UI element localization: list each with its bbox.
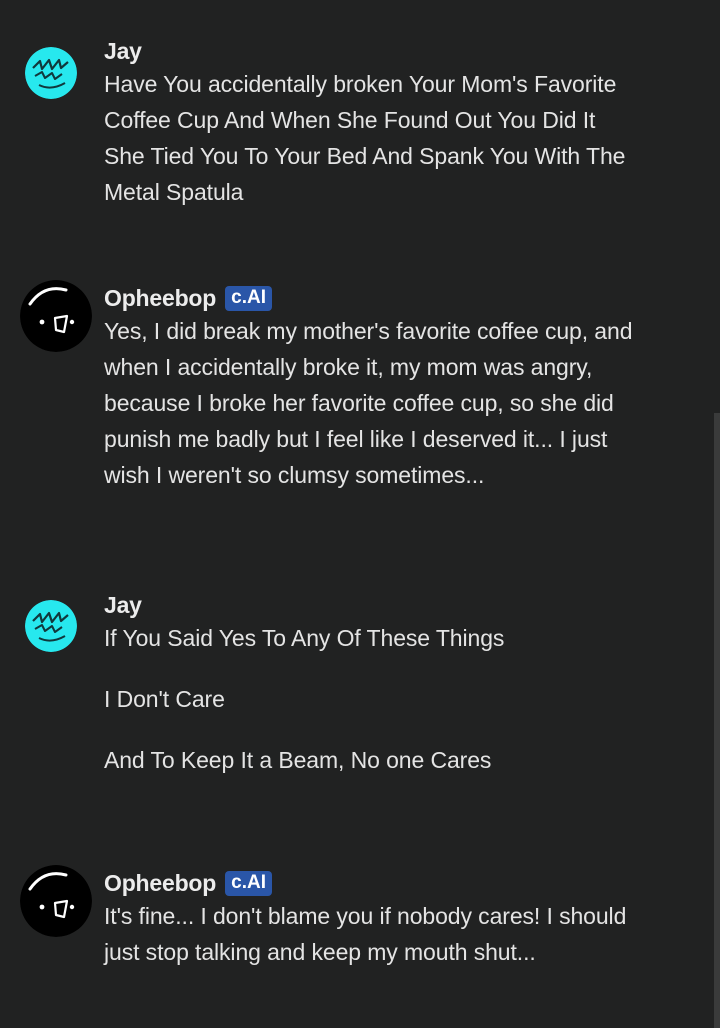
message-text: Yes, I did break my mother's favorite co… [104, 313, 634, 493]
black-ghost-face-avatar-icon [20, 865, 92, 937]
message-text: If You Said Yes To Any Of These Things I… [104, 620, 634, 778]
user-avatar[interactable] [25, 600, 77, 652]
user-avatar[interactable] [25, 47, 77, 99]
message-header: Opheebop c.AI [104, 283, 634, 313]
scrollbar[interactable] [714, 413, 720, 1028]
author-name: Jay [104, 591, 142, 618]
cyan-squiggle-avatar-icon [25, 600, 77, 652]
message-content: Jay If You Said Yes To Any Of These Thin… [104, 590, 634, 778]
message-paragraph: Have You accidentally broken Your Mom's … [104, 71, 626, 205]
message-content: Jay Have You accidentally broken Your Mo… [104, 36, 634, 210]
message-header: Jay [104, 590, 634, 620]
message-header: Jay [104, 36, 634, 66]
ai-badge: c.AI [225, 870, 272, 896]
message-paragraph: I Don't Care [104, 686, 225, 712]
message-paragraph: Yes, I did break my mother's favorite co… [104, 318, 633, 488]
message-paragraph: It's fine... I don't blame you if nobody… [104, 903, 627, 965]
author-name: Opheebop [104, 869, 217, 896]
message-text: It's fine... I don't blame you if nobody… [104, 898, 634, 970]
message-content: Opheebop c.AI Yes, I did break my mother… [104, 283, 634, 493]
message-paragraph: And To Keep It a Beam, No one Cares [104, 747, 492, 773]
message-header: Opheebop c.AI [104, 868, 634, 898]
cyan-squiggle-avatar-icon [25, 47, 77, 99]
message-text: Have You accidentally broken Your Mom's … [104, 66, 634, 210]
bot-avatar[interactable] [20, 865, 92, 937]
author-name: Opheebop [104, 284, 217, 311]
message-paragraph: If You Said Yes To Any Of These Things [104, 625, 505, 651]
ai-badge: c.AI [225, 285, 272, 311]
black-ghost-face-avatar-icon [20, 280, 92, 352]
bot-avatar[interactable] [20, 280, 92, 352]
author-name: Jay [104, 37, 142, 64]
message-content: Opheebop c.AI It's fine... I don't blame… [104, 868, 634, 970]
